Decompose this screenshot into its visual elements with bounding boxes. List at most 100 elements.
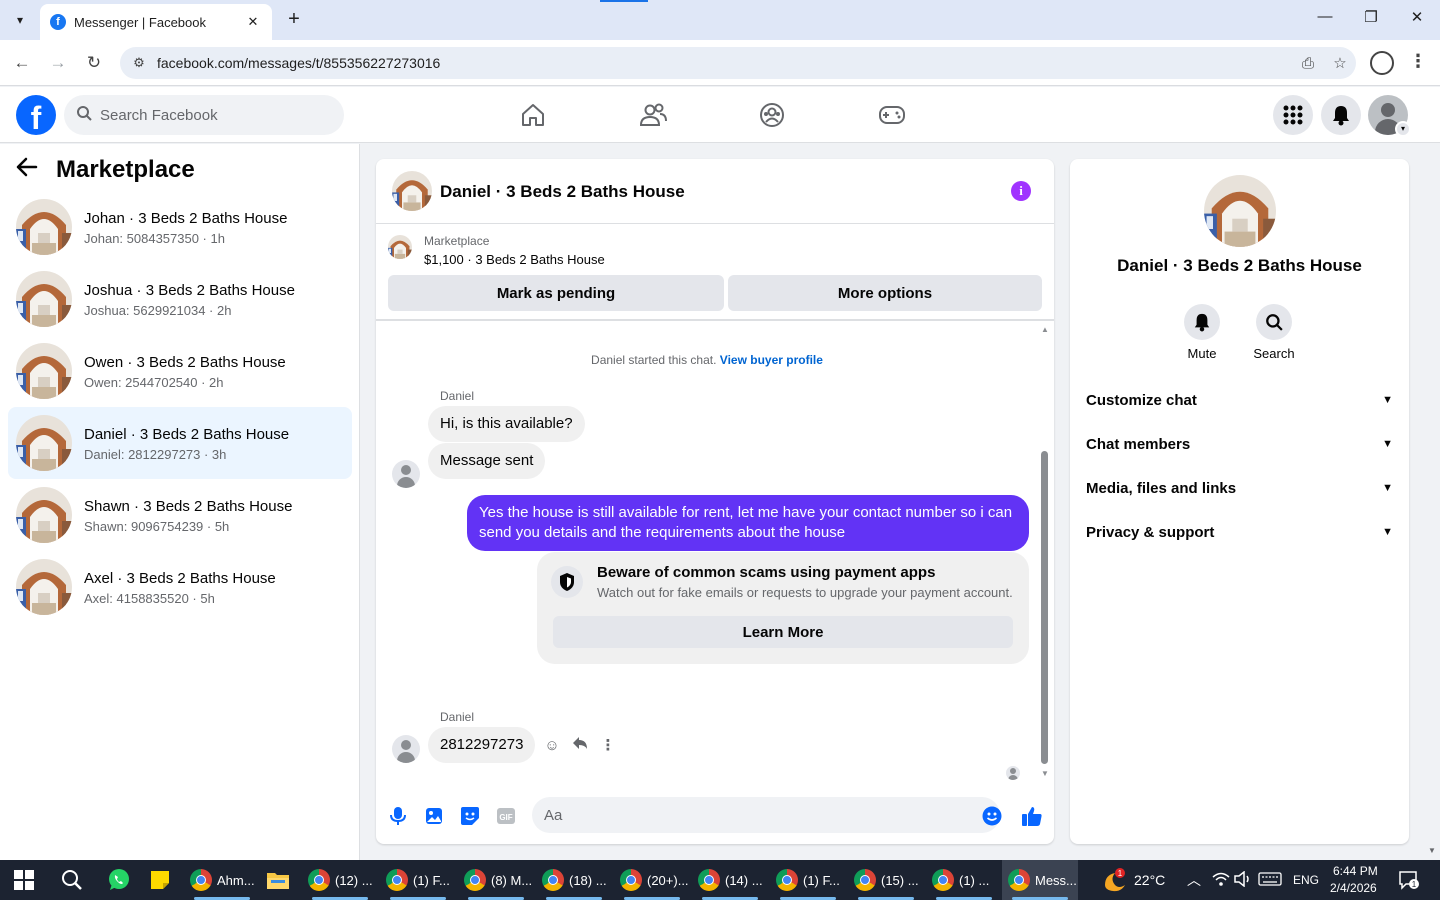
url-text[interactable]: facebook.com/messages/t/855356227273016 (157, 55, 1292, 71)
chat-title[interactable]: Daniel · 3 Beds 2 Baths House (440, 182, 685, 202)
more-options-button[interactable]: More options (728, 275, 1042, 311)
emoji-icon[interactable] (980, 804, 1004, 828)
minimize-icon[interactable]: — (1313, 8, 1337, 32)
photo-icon[interactable] (422, 804, 446, 828)
taskbar-chrome-window[interactable]: (8) M... (458, 860, 534, 900)
taskbar-chrome-window[interactable]: (1) F... (770, 860, 846, 900)
gif-icon[interactable]: GIF (494, 804, 518, 828)
search-icon[interactable] (1256, 304, 1292, 340)
whatsapp-icon[interactable] (105, 866, 133, 894)
conversation-item[interactable]: Joshua · 3 Beds 2 Baths House Joshua: 56… (8, 263, 352, 335)
like-thumbs-up-icon[interactable] (1020, 804, 1044, 828)
taskbar-chrome-window[interactable]: (1) F... (380, 860, 456, 900)
sender-avatar[interactable] (392, 735, 420, 763)
conversation-item[interactable]: Owen · 3 Beds 2 Baths House Owen: 254470… (8, 335, 352, 407)
sticker-icon[interactable] (458, 804, 482, 828)
listing-thumbnail (16, 271, 72, 327)
menu-grid-icon[interactable] (1273, 95, 1313, 135)
browser-profile-icon[interactable] (1370, 51, 1394, 75)
search-action[interactable]: Search (1244, 304, 1304, 361)
taskbar-chrome-window[interactable]: (14) ... (692, 860, 768, 900)
scroll-down-arrow-icon[interactable]: ▼ (1039, 769, 1051, 778)
chat-scrollbar[interactable] (1041, 451, 1048, 764)
notifications-bell-icon[interactable] (1321, 95, 1361, 135)
chat-thumbnail[interactable] (392, 171, 432, 211)
outgoing-message[interactable]: Yes the house is still available for ren… (467, 495, 1029, 551)
chat-members-section[interactable]: Chat members ▼ (1086, 426, 1393, 462)
new-tab-plus-icon[interactable]: + (282, 8, 306, 32)
info-icon[interactable]: i (1011, 181, 1031, 201)
conversation-item[interactable]: Axel · 3 Beds 2 Baths House Axel: 415883… (8, 551, 352, 623)
groups-nav-icon[interactable] (752, 97, 792, 133)
listing-profile-image[interactable] (1204, 175, 1276, 247)
facebook-header: f ▾ (0, 87, 1440, 143)
volume-speaker-icon[interactable] (1234, 870, 1252, 890)
taskbar-chrome-window[interactable]: (1) ... (926, 860, 1002, 900)
sticky-notes-icon[interactable] (146, 866, 174, 894)
incoming-message[interactable]: 2812297273 (428, 727, 536, 763)
clock-time[interactable]: 6:44 PM (1333, 864, 1378, 878)
install-app-icon[interactable]: ⎙ (1292, 55, 1324, 72)
conversation-item-active[interactable]: Daniel · 3 Beds 2 Baths House Daniel: 28… (8, 407, 352, 479)
browser-menu-icon[interactable]: ⋮ (1408, 51, 1428, 75)
forward-arrow-icon[interactable]: → (46, 51, 70, 75)
maximize-icon[interactable]: ❐ (1359, 8, 1383, 32)
mute-action[interactable]: Mute (1172, 304, 1232, 361)
notification-center-icon[interactable]: 1 (1398, 870, 1420, 893)
mark-as-pending-button[interactable]: Mark as pending (388, 275, 724, 311)
address-bar[interactable]: ⚙ facebook.com/messages/t/85535622727301… (120, 47, 1356, 79)
taskbar-chrome-window[interactable]: (12) ... (302, 860, 378, 900)
media-files-links-section[interactable]: Media, files and links ▼ (1086, 470, 1393, 506)
search-input[interactable] (100, 106, 320, 124)
sender-avatar[interactable] (392, 460, 420, 488)
tab-close-icon[interactable]: ✕ (244, 14, 262, 30)
back-arrow-icon[interactable] (16, 156, 46, 184)
listing-thumbnail[interactable] (388, 235, 412, 259)
page-scroll-down-arrow-icon[interactable]: ▼ (1428, 846, 1436, 855)
file-explorer-icon[interactable] (264, 866, 292, 894)
windows-start-icon[interactable] (14, 870, 34, 890)
clock-date[interactable]: 2/4/2026 (1330, 881, 1377, 895)
taskbar-chrome-window[interactable]: (18) ... (536, 860, 612, 900)
facebook-search[interactable] (64, 95, 344, 135)
weather-temperature[interactable]: 22°C (1134, 872, 1165, 888)
scroll-up-arrow-icon[interactable]: ▲ (1039, 325, 1051, 334)
input-language[interactable]: ENG (1293, 873, 1319, 887)
taskbar-chrome-window[interactable]: (20+)... (614, 860, 690, 900)
browser-tab-active[interactable]: f Messenger | Facebook ✕ (40, 4, 272, 40)
view-buyer-profile-link[interactable]: View buyer profile (720, 353, 823, 367)
conversation-item[interactable]: Johan · 3 Beds 2 Baths House Johan: 5084… (8, 191, 352, 263)
reload-icon[interactable]: ↻ (82, 51, 106, 75)
account-chevron-down-icon[interactable]: ▾ (1395, 121, 1411, 137)
keyboard-icon[interactable] (1258, 872, 1282, 889)
incoming-message[interactable]: Message sent (428, 443, 546, 479)
friends-nav-icon[interactable] (633, 97, 673, 133)
tab-search-chevron-icon[interactable]: ▾ (8, 8, 32, 32)
message-input[interactable] (532, 797, 1000, 833)
taskbar-search-icon[interactable] (58, 866, 86, 894)
mute-bell-icon[interactable] (1184, 304, 1220, 340)
bookmark-star-icon[interactable]: ☆ (1324, 54, 1356, 72)
learn-more-button[interactable]: Learn More (553, 616, 1013, 648)
back-arrow-icon[interactable]: ← (10, 51, 34, 75)
weather-icon[interactable]: 1 (1100, 866, 1128, 894)
taskbar-chrome-window-active[interactable]: Mess... (1002, 860, 1078, 900)
listing-description[interactable]: $1,100 · 3 Beds 2 Baths House (424, 252, 605, 267)
conversation-item[interactable]: Shawn · 3 Beds 2 Baths House Shawn: 9096… (8, 479, 352, 551)
more-actions-icon[interactable]: ⋮ (598, 736, 618, 756)
taskbar-chrome-window[interactable]: (15) ... (848, 860, 924, 900)
microphone-icon[interactable] (386, 804, 410, 828)
window-close-icon[interactable]: ✕ (1405, 8, 1429, 32)
home-nav-icon[interactable] (513, 97, 553, 133)
network-wifi-icon[interactable] (1212, 871, 1230, 890)
customize-chat-section[interactable]: Customize chat ▼ (1086, 382, 1393, 418)
reply-icon[interactable] (570, 736, 590, 756)
privacy-support-section[interactable]: Privacy & support ▼ (1086, 514, 1393, 550)
facebook-logo-icon[interactable]: f (16, 95, 56, 135)
taskbar-chrome-window[interactable]: Ahm... (184, 860, 260, 900)
gaming-nav-icon[interactable] (872, 97, 912, 133)
show-hidden-icons-chevron-icon[interactable]: ︿ (1187, 870, 1201, 890)
incoming-message[interactable]: Hi, is this available? (428, 406, 585, 442)
site-info-icon[interactable]: ⚙ (124, 55, 154, 71)
react-emoji-icon[interactable]: ☺ (542, 736, 562, 756)
